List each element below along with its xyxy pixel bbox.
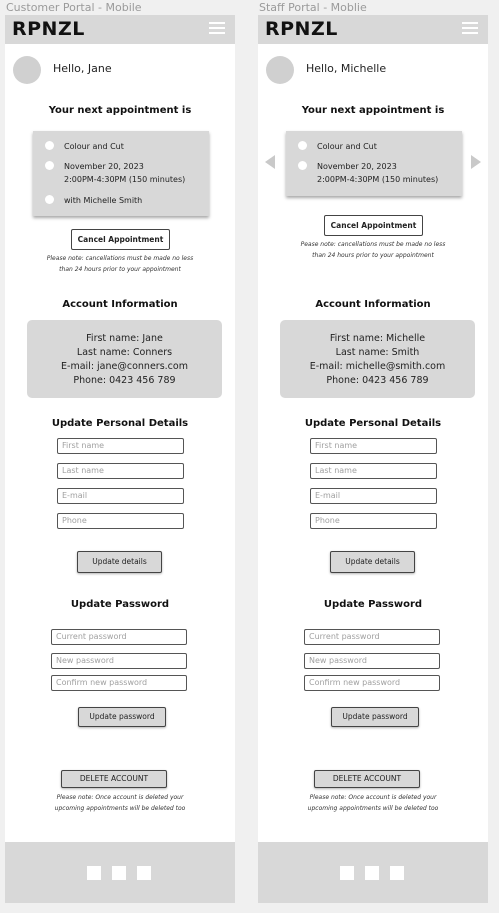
account-phone: Phone: 0423 456 789 [326,375,429,386]
delete-note-line-2: upcoming appointments will be deleted to… [307,805,439,812]
confirm-password-input[interactable]: Confirm new password [51,675,187,691]
greeting: Hello, Jane [53,62,112,75]
radio-icon [45,141,54,150]
email-input[interactable]: E-mail [310,488,437,504]
account-last-name: Last name: Conners [76,347,173,358]
update-details-button[interactable]: Update details [77,551,162,573]
logo: RPNZL [12,18,85,40]
appointment-card: Colour and Cut November 20, 2023 2:00PM-… [286,131,462,196]
staff-frame-label: Staff Portal - Moblie [259,1,367,14]
delete-account-button[interactable]: DELETE ACCOUNT [314,770,420,788]
avatar [266,56,294,84]
cancel-note-line-1: Pease note: cancellations must be made n… [300,241,446,248]
customer-portal-frame: RPNZL Hello, Jane Your next appointment … [5,15,235,903]
cancel-appointment-button[interactable]: Cancel Appointment [324,215,423,236]
account-title: Account Information [315,299,431,310]
account-first-name: First name: Jane [86,333,163,344]
radio-icon [298,161,307,170]
delete-note-line-1: Please note: Once account is deleted you… [309,794,437,801]
phone-input[interactable]: Phone [310,513,437,529]
account-last-name: Last name: Smith [335,347,420,358]
delete-note-line-2: upcoming appointments will be deleted to… [54,805,186,812]
confirm-password-input[interactable]: Confirm new password [304,675,440,691]
phone-input[interactable]: Phone [57,513,184,529]
first-name-input[interactable]: First name [310,438,437,454]
update-details-button[interactable]: Update details [330,551,415,573]
account-first-name: First name: Michelle [329,333,426,344]
account-info-card: First name: Michelle Last name: Smith E-… [280,320,475,398]
email-input[interactable]: E-mail [57,488,184,504]
footer-nav [5,842,235,903]
nav-square-icon[interactable] [137,866,151,880]
delete-account-button[interactable]: DELETE ACCOUNT [61,770,167,788]
cancel-appointment-button[interactable]: Cancel Appointment [71,229,170,250]
header: RPNZL [5,15,235,44]
new-password-input[interactable]: New password [304,653,440,669]
header: RPNZL [258,15,488,44]
triangle-left-icon[interactable] [265,155,275,169]
update-password-button[interactable]: Update password [78,707,166,727]
update-password-button[interactable]: Update password [331,707,419,727]
new-password-input[interactable]: New password [51,653,187,669]
nav-square-icon[interactable] [365,866,379,880]
appointment-title: Your next appointment is [301,105,445,116]
nav-square-icon[interactable] [112,866,126,880]
account-title: Account Information [62,299,178,310]
cancel-note-line-2: than 24 hours prior to your appointment [59,266,181,273]
radio-icon [45,195,54,204]
triangle-right-icon[interactable] [471,155,481,169]
personal-details-title: Update Personal Details [304,418,442,429]
greeting: Hello, Michelle [306,62,387,75]
account-email: E-mail: jane@conners.com [61,361,188,372]
current-password-input[interactable]: Current password [51,629,187,645]
account-phone: Phone: 0423 456 789 [73,375,176,386]
account-info-card: First name: Jane Last name: Conners E-ma… [27,320,222,398]
first-name-input[interactable]: First name [57,438,184,454]
logo: RPNZL [265,18,338,40]
account-email: E-mail: michelle@smith.com [309,361,446,372]
personal-details-title: Update Personal Details [51,418,189,429]
last-name-input[interactable]: Last name [57,463,184,479]
staff-portal-frame: RPNZL Hello, Michelle Your next appointm… [258,15,488,903]
avatar [13,56,41,84]
footer-nav [258,842,488,903]
customer-frame-label: Customer Portal - Mobile [6,1,142,14]
nav-square-icon[interactable] [340,866,354,880]
cancel-note-line-2: than 24 hours prior to your appointment [312,252,434,259]
password-title: Update Password [323,599,423,610]
current-password-input[interactable]: Current password [304,629,440,645]
nav-square-icon[interactable] [390,866,404,880]
appointment-card: Colour and Cut November 20, 2023 2:00PM-… [33,131,209,216]
nav-square-icon[interactable] [87,866,101,880]
radio-icon [45,161,54,170]
cancel-note-line-1: Please note: cancellations must be made … [46,255,194,262]
hamburger-menu-icon[interactable] [209,22,225,34]
password-title: Update Password [70,599,170,610]
radio-icon [298,141,307,150]
hamburger-menu-icon[interactable] [462,22,478,34]
delete-note-line-1: Please note: Once account is deleted you… [56,794,184,801]
last-name-input[interactable]: Last name [310,463,437,479]
appointment-title: Your next appointment is [48,105,192,116]
